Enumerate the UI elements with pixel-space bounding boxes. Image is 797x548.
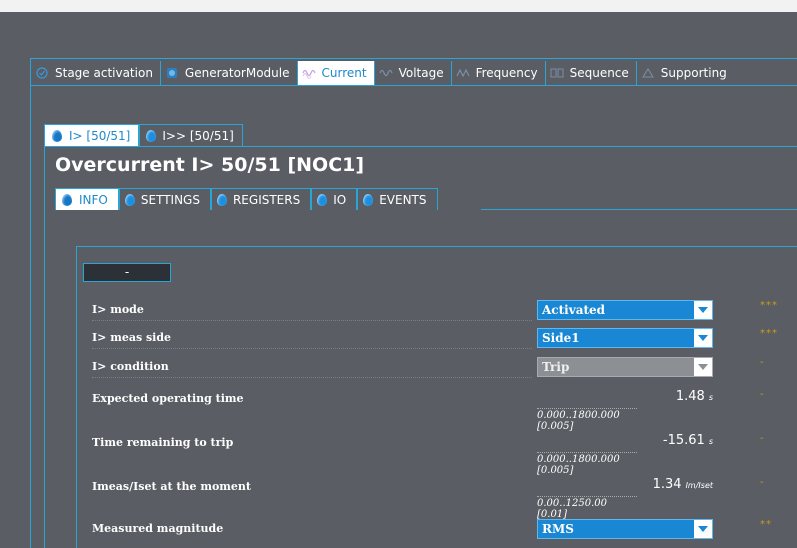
tab-label: SETTINGS	[140, 192, 200, 207]
row-label: Expected operating time	[92, 392, 244, 405]
tab-supporting[interactable]: Supporting	[636, 61, 734, 85]
tab-registers[interactable]: REGISTERS	[210, 188, 312, 210]
chevron-down-icon	[694, 358, 712, 376]
tab-label: I> [50/51]	[69, 128, 131, 143]
expected-time-value: 1.48 s	[675, 389, 713, 404]
row-label: Time remaining to trip	[92, 436, 234, 449]
tab-label: Current	[321, 66, 367, 80]
dropdown-value: Activated	[542, 303, 606, 317]
value-range: 0.000..1800.000 [0.005]	[537, 452, 637, 476]
tab-label: Stage activation	[55, 66, 153, 80]
tab-io[interactable]: IO	[311, 188, 358, 210]
status-dot-icon	[61, 192, 73, 207]
frequency-icon	[456, 66, 470, 80]
supporting-icon	[641, 66, 655, 80]
chevron-down-icon[interactable]	[694, 329, 712, 347]
page-title: Overcurrent I> 50/51 [NOC1]	[55, 154, 365, 176]
status-dot-icon	[146, 129, 157, 142]
mode-dropdown[interactable]: Activated	[537, 300, 713, 320]
tab-label: I>> [50/51]	[162, 128, 234, 143]
dropdown-value: RMS	[542, 522, 574, 536]
meas-side-dropdown[interactable]: Side1	[537, 328, 713, 348]
row-divider	[92, 377, 532, 379]
tab-label: Supporting	[660, 66, 727, 80]
voltage-icon	[378, 66, 393, 80]
access-level-indicator: -	[760, 389, 765, 400]
tab-label: Voltage	[398, 66, 444, 80]
row-divider	[92, 348, 532, 350]
condition-dropdown: Trip	[537, 357, 713, 377]
row-label: I> mode	[92, 303, 144, 316]
status-dot-icon	[124, 193, 135, 206]
remaining-time-value: -15.61 s	[662, 433, 713, 448]
access-level-indicator: -	[760, 357, 765, 368]
access-level-indicator: ***	[760, 328, 778, 339]
sequence-icon	[550, 66, 564, 80]
row-label: Measured magnitude	[92, 522, 224, 535]
section-tabs: INFO SETTINGS REGISTERS IO EVENTS	[55, 188, 438, 210]
collapse-button[interactable]: -	[83, 263, 171, 282]
tab-settings[interactable]: SETTINGS	[118, 188, 211, 210]
tabbar-divider	[31, 85, 797, 86]
dropdown-value: Side1	[542, 331, 580, 345]
tab-generator-module[interactable]: GeneratorModule	[160, 61, 298, 85]
dropdown-value: Trip	[542, 360, 570, 374]
section-tabs-divider	[481, 209, 797, 210]
status-dot-icon	[317, 193, 328, 206]
tab-events[interactable]: EVENTS	[357, 188, 438, 210]
tab-frequency[interactable]: Frequency	[451, 61, 546, 85]
access-level-indicator: ***	[760, 300, 778, 311]
value-range: 0.000..1800.000 [0.005]	[537, 408, 637, 432]
tab-voltage[interactable]: Voltage	[374, 61, 452, 85]
stage-tabs: I> [50/51] I>> [50/51]	[44, 124, 243, 146]
chevron-down-icon[interactable]	[694, 301, 712, 319]
row-divider	[92, 320, 532, 322]
tab-stage-i-low[interactable]: I> [50/51]	[44, 124, 140, 146]
main-tabbar: Stage activation GeneratorModule Current…	[31, 61, 734, 85]
row-label: I> meas side	[92, 331, 172, 344]
top-band	[0, 0, 797, 12]
status-dot-icon	[363, 193, 374, 206]
tab-label: REGISTERS	[232, 192, 301, 207]
check-circle-icon	[35, 66, 49, 80]
tab-label: EVENTS	[379, 192, 427, 207]
chevron-down-icon[interactable]	[694, 520, 712, 538]
row-label: I> condition	[92, 360, 169, 373]
tab-current[interactable]: Current	[297, 61, 375, 85]
generator-icon	[165, 66, 179, 80]
tab-stage-i-high[interactable]: I>> [50/51]	[139, 124, 243, 146]
tab-label: Sequence	[569, 66, 629, 80]
imeas-value: 1.34 Im/Iset	[652, 477, 713, 492]
tab-info[interactable]: INFO	[55, 188, 119, 210]
value-range: 0.00..1250.00 [0.01]	[537, 496, 637, 520]
current-icon	[301, 66, 316, 80]
access-level-indicator: -	[760, 477, 765, 488]
tab-label: INFO	[79, 192, 108, 207]
tab-label: GeneratorModule	[184, 66, 290, 80]
magnitude-dropdown[interactable]: RMS	[537, 519, 713, 539]
access-level-indicator: -	[760, 433, 765, 444]
tab-stage-activation[interactable]: Stage activation	[31, 61, 161, 85]
status-dot-icon	[51, 128, 63, 143]
status-dot-icon	[216, 193, 227, 206]
tab-sequence[interactable]: Sequence	[545, 61, 637, 85]
row-label: Imeas/Iset at the moment	[92, 480, 252, 493]
access-level-indicator: **	[760, 519, 772, 530]
tab-label: Frequency	[475, 66, 538, 80]
tab-label: IO	[333, 192, 347, 207]
